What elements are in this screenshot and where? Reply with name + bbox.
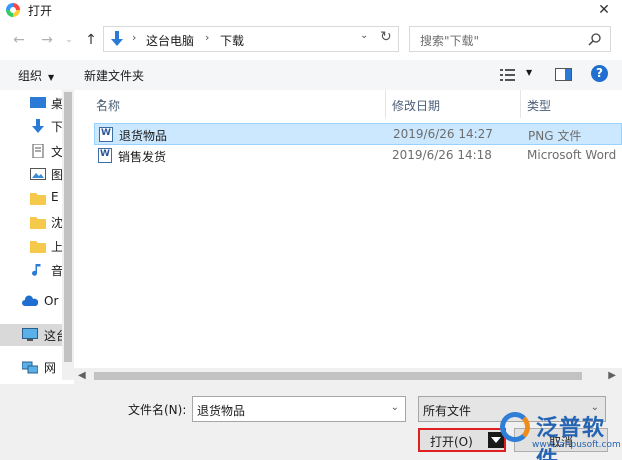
network-icon — [22, 361, 38, 374]
file-date: 2019/6/26 14:27 — [393, 127, 493, 141]
file-list: 名称 ⌃ 修改日期 类型 退货物品 2019/6/26 14:27 PNG 文件… — [74, 90, 622, 370]
view-dropdown-icon[interactable]: ▼ — [526, 68, 532, 77]
search-input[interactable]: 搜索"下载" — [420, 32, 479, 49]
sidebar-item-this-pc[interactable]: 这台 — [0, 324, 62, 346]
new-folder-button[interactable]: 新建文件夹 — [84, 67, 144, 84]
filetype-select[interactable]: 所有文件 ⌄ — [418, 396, 606, 422]
sidebar-item-label: 上 — [51, 240, 62, 254]
column-header-date[interactable]: 修改日期 — [386, 90, 521, 118]
breadcrumb-this-pc[interactable]: 这台电脑 — [146, 32, 194, 49]
music-icon — [32, 264, 41, 276]
preview-pane-icon[interactable] — [555, 68, 573, 82]
file-row[interactable]: 退货物品 2019/6/26 14:27 PNG 文件 — [94, 123, 622, 145]
sidebar-item-onedrive[interactable]: Or — [0, 291, 62, 313]
help-icon[interactable]: ? — [591, 65, 608, 82]
filename-label: 文件名(N): — [128, 403, 187, 417]
sort-ascending-icon: ⌃ — [96, 97, 107, 111]
sidebar-item-downloads[interactable]: 下 — [0, 115, 62, 137]
address-bar[interactable]: › 这台电脑 › 下载 ⌄ ↻ — [103, 26, 399, 52]
download-icon — [32, 119, 44, 133]
pictures-icon — [30, 168, 46, 180]
search-icon[interactable] — [588, 32, 602, 46]
file-name: 退货物品 — [119, 129, 168, 143]
file-type: Microsoft Word — [527, 148, 617, 162]
file-row[interactable]: 销售发货 2019/6/26 14:18 Microsoft Word — [94, 145, 622, 167]
dialog-footer: 文件名(N): 退货物品 ⌄ 所有文件 ⌄ 打开(O) 取消 — [0, 384, 622, 460]
filename-input[interactable]: 退货物品 ⌄ — [192, 396, 406, 422]
open-button-label: 打开(O) — [430, 435, 473, 449]
forward-arrow-icon[interactable]: → — [38, 30, 56, 50]
filetype-value: 所有文件 — [423, 404, 472, 418]
breadcrumb-separator-icon: › — [132, 31, 137, 44]
sidebar-item-label: Or — [44, 294, 59, 308]
column-header-type[interactable]: 类型 — [521, 90, 622, 118]
sidebar-item-network[interactable]: 网 — [0, 356, 62, 378]
sidebar-item-folder-3[interactable]: 上 — [0, 235, 62, 257]
navigation-pane: 桌 下 文 图 E 沈 上 音 Or 这台 网 — [0, 90, 62, 380]
cancel-button[interactable]: 取消 — [514, 428, 608, 452]
file-type: PNG 文件 — [528, 129, 582, 143]
up-arrow-icon[interactable]: ↑ — [82, 30, 100, 50]
app-icon — [6, 3, 20, 17]
sidebar-item-documents[interactable]: 文 — [0, 140, 62, 162]
scroll-right-icon[interactable]: ▶ — [608, 370, 616, 381]
caret-down-icon: ▼ — [48, 73, 55, 82]
scrollbar-thumb[interactable] — [94, 372, 582, 380]
view-options-icon[interactable] — [500, 68, 518, 82]
sidebar-item-label: 图 — [51, 168, 62, 182]
organize-button[interactable]: 组织 ▼ — [18, 67, 54, 84]
file-date: 2019/6/26 14:18 — [392, 148, 492, 162]
breadcrumb-downloads[interactable]: 下载 — [220, 32, 244, 49]
command-bar: 组织 ▼ 新建文件夹 ▼ ? — [0, 60, 622, 90]
breadcrumb-separator-icon: › — [205, 31, 210, 44]
cancel-button-label: 取消 — [549, 435, 574, 449]
navigation-bar: ← → ⌄ ↑ › 这台电脑 › 下载 ⌄ ↻ 搜索"下载" — [0, 26, 622, 54]
sidebar-item-music[interactable]: 音 — [0, 259, 62, 281]
scroll-left-icon[interactable]: ◀ — [78, 370, 86, 381]
sidebar-item-label: 网 — [44, 361, 57, 375]
open-button[interactable]: 打开(O) — [418, 428, 506, 452]
back-arrow-icon[interactable]: ← — [10, 30, 28, 50]
refresh-icon[interactable]: ↻ — [380, 29, 392, 45]
sidebar-item-label: 音 — [51, 264, 62, 278]
close-button[interactable]: ✕ — [594, 0, 614, 20]
sidebar-item-label: E — [51, 190, 59, 204]
folder-icon — [30, 193, 46, 205]
open-dropdown-icon[interactable] — [488, 432, 504, 448]
chevron-down-icon[interactable]: ⌄ — [391, 402, 399, 413]
chevron-down-icon: ⌄ — [590, 402, 599, 413]
address-dropdown-icon[interactable]: ⌄ — [360, 30, 368, 41]
sidebar-item-label: 下 — [51, 120, 62, 134]
title-bar: 打开 ✕ — [0, 0, 622, 20]
sidebar-item-label: 桌 — [51, 97, 62, 111]
column-header-label: 类型 — [527, 99, 552, 113]
folder-icon — [30, 217, 46, 229]
search-box[interactable]: 搜索"下载" — [409, 26, 611, 52]
download-folder-icon — [111, 31, 123, 46]
this-pc-icon — [22, 328, 38, 341]
word-file-icon — [98, 148, 112, 163]
sidebar-item-folder-2[interactable]: 沈 — [0, 211, 62, 233]
sidebar-item-label: 沈 — [51, 216, 62, 230]
sidebar-item-pictures[interactable]: 图 — [0, 163, 62, 185]
navigation-pane-scrollbar[interactable] — [62, 90, 74, 380]
file-name: 销售发货 — [118, 150, 167, 164]
scrollbar-thumb[interactable] — [64, 92, 72, 362]
recent-locations-icon[interactable]: ⌄ — [60, 30, 78, 50]
document-icon — [32, 144, 44, 158]
image-file-icon — [99, 127, 113, 142]
column-header-name[interactable]: 名称 ⌃ — [74, 90, 386, 118]
column-header-label: 修改日期 — [392, 99, 441, 113]
filename-value: 退货物品 — [197, 404, 246, 418]
folder-icon — [30, 241, 46, 253]
sidebar-item-folder-e[interactable]: E — [0, 187, 62, 209]
sidebar-item-label: 这台 — [44, 329, 62, 343]
sidebar-item-label: 文 — [51, 145, 62, 159]
onedrive-icon — [22, 295, 38, 306]
sidebar-item-desktop[interactable]: 桌 — [0, 92, 62, 114]
window-title: 打开 — [28, 4, 53, 18]
desktop-icon — [30, 97, 46, 108]
file-list-horizontal-scrollbar[interactable]: ◀ ▶ — [74, 368, 622, 384]
